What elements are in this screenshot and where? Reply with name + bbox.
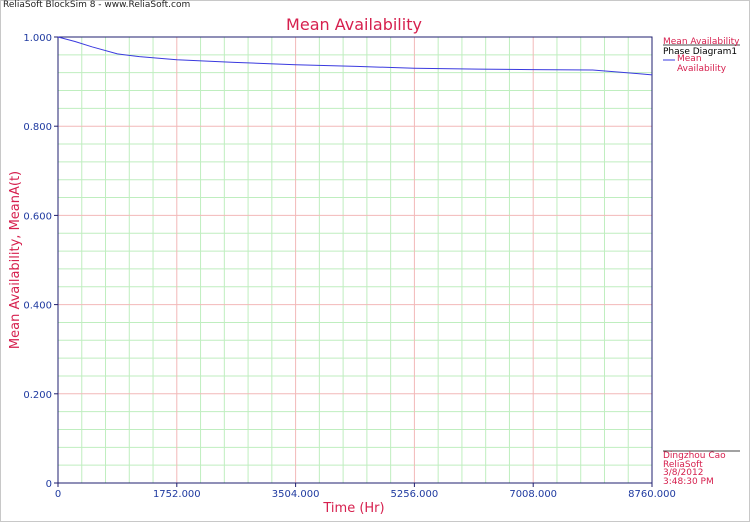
legend-title: Mean Availability: [663, 37, 740, 47]
y-axis-ticks: 0 0.200 0.400 0.600 0.800 1.000: [23, 33, 58, 490]
y-tick-label: 0.200: [23, 390, 52, 401]
grid-minor: [58, 37, 652, 483]
x-tick-label: 3504.000: [272, 489, 320, 500]
series-layer: [57, 36, 653, 76]
y-tick-label: 1.000: [23, 33, 52, 44]
x-tick-label: 0: [55, 489, 61, 500]
y-tick-label: 0.600: [23, 211, 52, 222]
chart-svg: 0 1752.000 3504.000 5256.000 7008.000 8760.00…: [8, 15, 740, 516]
x-axis-label: Time (Hr): [322, 501, 384, 516]
x-tick-label: 7008.000: [509, 489, 557, 500]
plot-area: [57, 36, 653, 484]
x-tick-label: 8760.000: [628, 489, 676, 500]
grid-major: [58, 37, 652, 483]
y-axis-label: Mean Availability, MeanA(t): [8, 171, 23, 349]
x-tick-label: 1752.000: [153, 489, 201, 500]
y-tick-label: 0: [46, 479, 52, 490]
info-time: 3:48:30 PM: [663, 476, 714, 487]
series-line-mean-availability: [57, 36, 653, 76]
info-block: Dingzhou Cao ReliaSoft 3/8/2012 3:48:30 …: [663, 452, 726, 486]
chart-title: Mean Availability: [286, 15, 422, 34]
x-tick-label: 5256.000: [391, 489, 439, 500]
legend-series-label: Mean Availability: [677, 54, 727, 74]
x-axis-ticks: 0 1752.000 3504.000 5256.000 7008.000 8760.00…: [55, 483, 676, 500]
y-tick-label: 0.400: [23, 301, 52, 312]
y-tick-label: 0.800: [23, 122, 52, 133]
